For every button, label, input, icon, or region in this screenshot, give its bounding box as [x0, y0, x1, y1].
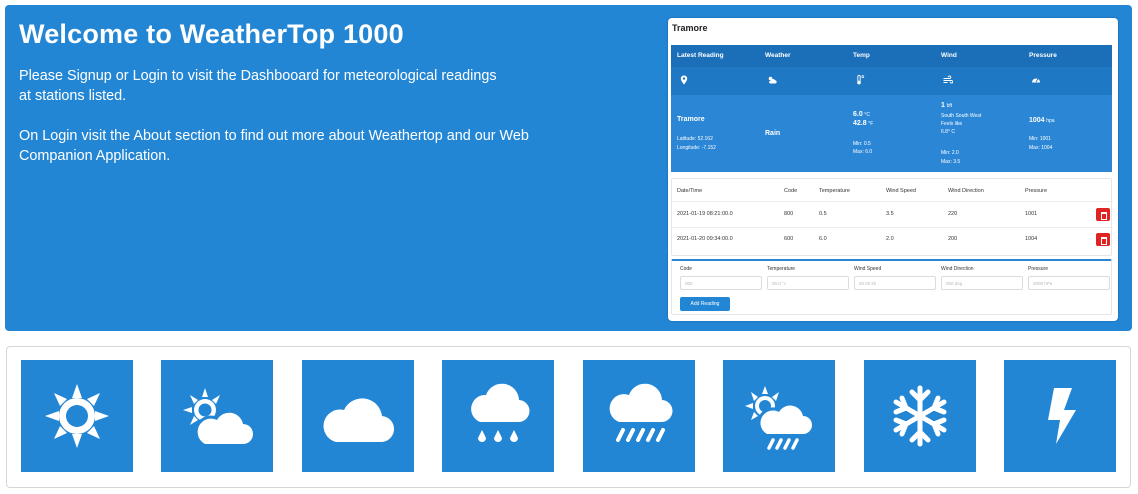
- table-cell: 2021-01-20 09:34:00.0: [677, 236, 733, 242]
- table-cell: 200: [948, 236, 958, 242]
- preview-temp-c: 6.0: [853, 111, 863, 118]
- preview-label-wind-speed: Wind Speed: [854, 266, 882, 272]
- preview-th-temperature: Temperature: [819, 188, 850, 194]
- table-cell: 2.0: [886, 236, 894, 242]
- preview-label-temperature: Temperature: [767, 266, 796, 272]
- table-cell: 2021-01-19 08:21:00.0: [677, 211, 733, 217]
- preview-add-reading-button: Add Reading: [680, 297, 730, 311]
- preview-header-pressure: Pressure: [1029, 52, 1057, 59]
- preview-table-divider: [672, 227, 1113, 228]
- preview-readings-table: Date/Time Code Temperature Wind Speed Wi…: [671, 178, 1113, 256]
- preview-weather-value: Rain: [765, 130, 781, 137]
- preview-pressure-line: 1004 hpa: [1029, 117, 1055, 124]
- preview-label-pressure: Pressure: [1028, 266, 1049, 272]
- preview-input-pressure: 0000 hPa: [1028, 276, 1110, 290]
- weather-tile-sun-showers: [723, 360, 835, 472]
- sun-icon: [45, 384, 109, 448]
- about-text: On Login visit the About section to find…: [19, 128, 529, 164]
- preview-input-temperature: 00.0 °c: [767, 276, 849, 290]
- weather-tile-snow: [864, 360, 976, 472]
- preview-label-code: Code: [680, 266, 692, 272]
- preview-summary-panel: Latest Reading Weather Temp Wind Pressur…: [671, 45, 1112, 172]
- preview-summary-header: Latest Reading Weather Temp Wind Pressur…: [671, 45, 1112, 67]
- weather-tile-lightning: [1004, 360, 1116, 472]
- trash-icon: [1096, 208, 1110, 221]
- preview-header-wind: Wind: [941, 52, 957, 59]
- preview-wind-feels-value: 6.8° C: [941, 129, 955, 135]
- preview-table-divider: [672, 201, 1113, 202]
- trash-icon: [1096, 233, 1110, 246]
- preview-latitude: Latitude: 52.162: [677, 136, 713, 142]
- preview-th-datetime: Date/Time: [677, 188, 703, 194]
- snowflake-icon: [893, 385, 947, 447]
- table-cell: 800: [784, 211, 794, 217]
- partly-cloudy-icon: [183, 388, 256, 447]
- weather-tile-partly-cloudy: [161, 360, 273, 472]
- preview-wind-bft-unit: bft: [946, 103, 953, 109]
- preview-longitude: Longitude: -7.152: [677, 145, 716, 151]
- preview-latest-name: Tramore: [677, 116, 705, 123]
- lightning-icon: [1048, 388, 1076, 444]
- preview-input-wind-direction: 000 deg: [941, 276, 1023, 290]
- preview-th-wind-direction: Wind Direction: [948, 188, 984, 194]
- preview-temp-max: Max: 6.0: [853, 149, 873, 155]
- cloud-icon: [323, 398, 395, 443]
- preview-th-code: Code: [784, 188, 798, 194]
- preview-icon-row: [671, 67, 1112, 95]
- table-cell: 1001: [1025, 211, 1038, 217]
- preview-temp-f-line: 42.8 °F: [853, 120, 873, 127]
- table-cell: 0.5: [819, 211, 827, 217]
- weather-tile-showers: [442, 360, 554, 472]
- table-cell: 1004: [1025, 236, 1038, 242]
- preview-th-wind-speed: Wind Speed: [886, 188, 916, 194]
- preview-pressure-unit: hpa: [1046, 118, 1055, 124]
- preview-header-weather: Weather: [765, 52, 791, 59]
- welcome-hero: Welcome to WeatherTop 1000 Please Signup…: [5, 5, 1132, 331]
- table-row: 2021-01-19 08:21:00.0 800 0.5 3.5 220 10…: [672, 204, 1113, 226]
- weather-tile-rain: [583, 360, 695, 472]
- preview-temp-c-line: 6.0 °C: [853, 111, 870, 118]
- preview-header-latest: Latest Reading: [677, 52, 724, 59]
- weather-icons-strip: [6, 346, 1131, 488]
- rain-icon: [609, 383, 673, 442]
- preview-label-wind-direction: Wind Direction: [941, 266, 974, 272]
- preview-temp-c-unit: °C: [864, 112, 871, 118]
- preview-wind-min: Min: 2.0: [941, 150, 959, 156]
- preview-wind-bft-line: 1 bft: [941, 102, 952, 109]
- preview-temp-f-unit: °F: [868, 121, 874, 127]
- gauge-icon: [1032, 78, 1040, 83]
- preview-add-reading-form: Code Temperature Wind Speed Wind Directi…: [671, 259, 1112, 315]
- intro-text: Please Signup or Login to visit the Dash…: [19, 68, 497, 104]
- preview-station-title: Tramore: [672, 23, 708, 33]
- preview-pressure-min: Min: 1001: [1029, 136, 1051, 142]
- preview-temp-min: Min: 0.5: [853, 141, 871, 147]
- preview-header-temp: Temp: [853, 52, 870, 59]
- table-cell: 600: [784, 236, 794, 242]
- thermometer-icon: [857, 75, 865, 85]
- preview-wind-bft: 1: [941, 102, 945, 109]
- preview-input-code: 000: [680, 276, 762, 290]
- weather-tile-sun: [21, 360, 133, 472]
- map-marker-icon: [680, 75, 688, 85]
- preview-pressure-max: Max: 1004: [1029, 145, 1053, 151]
- preview-input-wind-speed: 00.00 kh: [854, 276, 936, 290]
- sun-showers-icon: [745, 386, 815, 450]
- weather-tile-cloud: [302, 360, 414, 472]
- showers-icon: [471, 383, 530, 442]
- dashboard-preview-image: Tramore Latest Reading Weather Temp Wind…: [668, 18, 1118, 321]
- table-row: 2021-01-20 09:34:00.0 600 6.0 2.0 200 10…: [672, 229, 1113, 251]
- preview-temp-f: 42.8: [853, 120, 867, 127]
- table-cell: 220: [948, 211, 958, 217]
- preview-pressure-value: 1004: [1029, 117, 1045, 124]
- preview-wind-feels-label: Feels like: [941, 121, 963, 127]
- preview-th-pressure: Pressure: [1025, 188, 1048, 194]
- preview-wind-direction: South South West: [941, 113, 982, 119]
- page-title: Welcome to WeatherTop 1000: [19, 19, 404, 49]
- table-cell: 3.5: [886, 211, 894, 217]
- preview-wind-max: Max: 3.5: [941, 159, 961, 165]
- table-cell: 6.0: [819, 236, 827, 242]
- cloud-sun-icon: [768, 76, 777, 84]
- preview-table-header: Date/Time Code Temperature Wind Speed Wi…: [672, 181, 1113, 203]
- wind-icon: [943, 75, 953, 84]
